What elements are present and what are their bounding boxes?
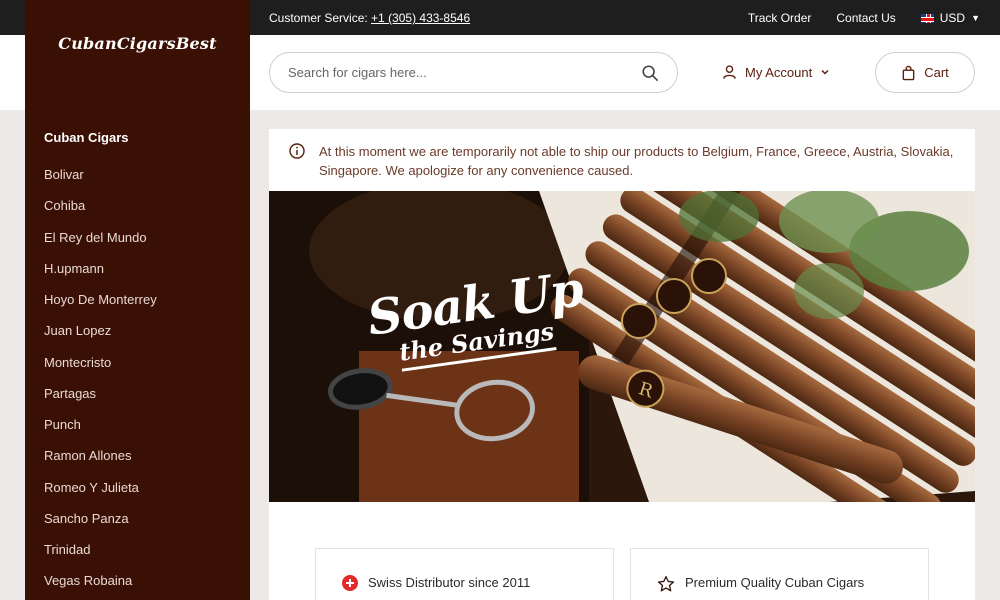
sidebar-item-romeo-y-julieta[interactable]: Romeo Y Julieta — [44, 480, 157, 511]
customer-service-phone-link[interactable]: +1 (305) 433-8546 — [371, 11, 470, 25]
my-account-button[interactable]: My Account — [722, 64, 830, 80]
sidebar-item-h-upmann[interactable]: H.upmann — [44, 261, 157, 292]
site-logo[interactable]: CubanCigarsBest — [25, 34, 250, 53]
sidebar-item-trinidad[interactable]: Trinidad — [44, 542, 157, 573]
search-icon[interactable] — [641, 64, 659, 82]
search-input[interactable] — [288, 65, 641, 80]
my-account-label: My Account — [745, 64, 813, 80]
sidebar-item-sancho-panza[interactable]: Sancho Panza — [44, 511, 157, 542]
uk-flag-icon — [920, 13, 934, 23]
user-icon — [723, 65, 736, 79]
sidebar-title[interactable]: Cuban Cigars — [44, 130, 129, 145]
sidebar-item-cohiba[interactable]: Cohiba — [44, 198, 157, 229]
sidebar-brand-list: Bolivar Cohiba El Rey del Mundo H.upmann… — [44, 167, 157, 600]
feature-card-swiss: Swiss Distributor since 2011 — [315, 548, 614, 600]
notice-text: At this moment we are temporarily not ab… — [319, 144, 954, 178]
cart-label: Cart — [924, 65, 949, 80]
customer-service-label: Customer Service: — [269, 11, 368, 25]
cart-button[interactable]: Cart — [875, 52, 975, 93]
sidebar-item-el-rey-del-mundo[interactable]: El Rey del Mundo — [44, 230, 157, 261]
search-bar — [269, 52, 678, 93]
currency-selector[interactable]: USD ▼ — [920, 11, 980, 25]
shopping-bag-icon — [902, 65, 915, 80]
sidebar-item-ramon-allones[interactable]: Ramon Allones — [44, 448, 157, 479]
cigar-box-image: R — [269, 191, 975, 502]
sidebar-item-hoyo-de-monterrey[interactable]: Hoyo De Monterrey — [44, 292, 157, 323]
contact-us-link[interactable]: Contact Us — [836, 11, 895, 25]
hero-banner[interactable]: R Soak Up the Savings — [269, 191, 975, 502]
sidebar-item-montecristo[interactable]: Montecristo — [44, 355, 157, 386]
swiss-flag-icon — [342, 575, 358, 591]
feature-card-quality: Premium Quality Cuban Cigars — [630, 548, 929, 600]
customer-service: Customer Service: +1 (305) 433-8546 — [269, 11, 470, 25]
currency-label: USD — [939, 11, 966, 25]
chevron-down-icon: ▼ — [971, 13, 980, 23]
sidebar-item-bolivar[interactable]: Bolivar — [44, 167, 157, 198]
chevron-down-icon — [821, 69, 829, 75]
sidebar-item-vegas-robaina[interactable]: Vegas Robaina — [44, 573, 157, 600]
sidebar-item-partagas[interactable]: Partagas — [44, 386, 157, 417]
sidebar-item-juan-lopez[interactable]: Juan Lopez — [44, 323, 157, 354]
sidebar-item-punch[interactable]: Punch — [44, 417, 157, 448]
top-links: Track Order Contact Us USD ▼ — [748, 11, 980, 25]
track-order-link[interactable]: Track Order — [748, 11, 812, 25]
sidebar: CubanCigarsBest Cuban Cigars Bolivar Coh… — [25, 0, 250, 600]
shipping-notice: At this moment we are temporarily not ab… — [269, 129, 975, 191]
feature-label: Premium Quality Cuban Cigars — [685, 575, 865, 590]
info-icon — [289, 143, 305, 159]
star-icon — [657, 575, 675, 592]
feature-label: Swiss Distributor since 2011 — [368, 575, 531, 590]
